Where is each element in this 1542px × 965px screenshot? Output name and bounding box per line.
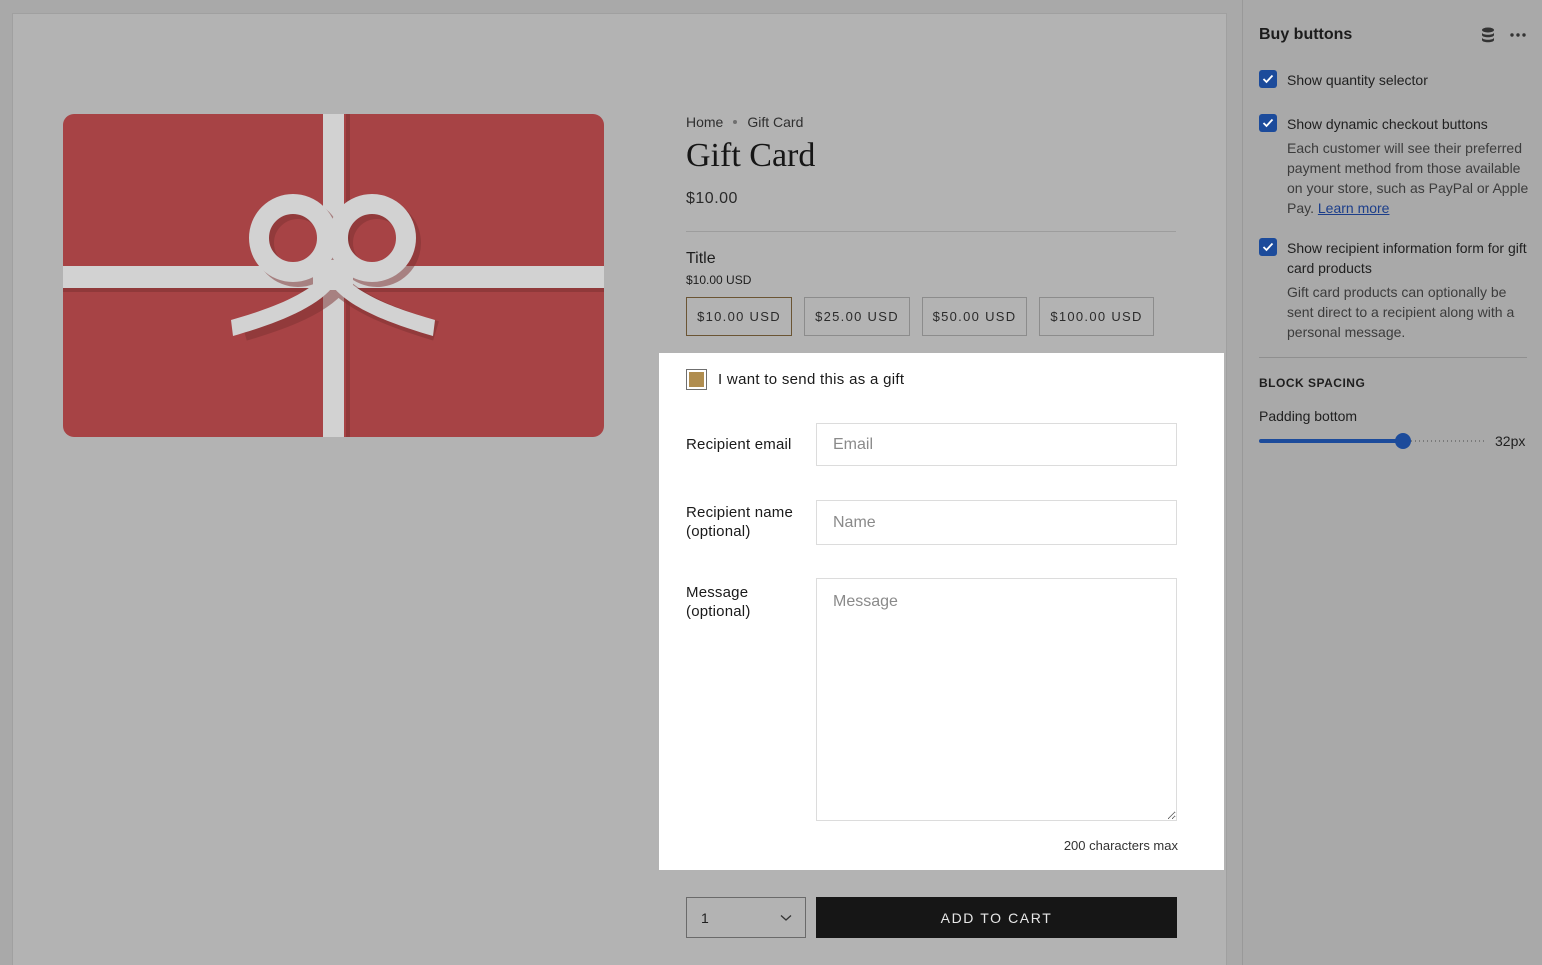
recipient-name-label: Recipient name (optional) (686, 504, 794, 540)
breadcrumb: Home Gift Card (686, 114, 803, 130)
variant-picker: $10.00 USD $25.00 USD $50.00 USD $100.00… (686, 297, 1154, 336)
show-quantity-selector-checkbox[interactable] (1259, 70, 1277, 88)
message-textarea[interactable] (816, 578, 1177, 821)
show-quantity-selector-option[interactable]: Show quantity selector (1259, 70, 1531, 90)
show-dynamic-checkout-checkbox[interactable] (1259, 114, 1277, 132)
send-as-gift-row[interactable]: I want to send this as a gift (686, 369, 904, 390)
sidebar-header: Buy buttons (1259, 26, 1527, 44)
breadcrumb-separator (733, 120, 738, 124)
show-dynamic-checkout-option[interactable]: Show dynamic checkout buttons Each custo… (1259, 114, 1531, 218)
show-recipient-form-option[interactable]: Show recipient information form for gift… (1259, 238, 1531, 342)
divider (686, 231, 1176, 232)
database-icon[interactable] (1479, 26, 1497, 44)
quantity-select[interactable]: 1 (686, 897, 806, 938)
recipient-name-input[interactable] (816, 500, 1177, 545)
show-recipient-form-label: Show recipient information form for gift… (1287, 240, 1527, 276)
learn-more-link[interactable]: Learn more (1318, 200, 1390, 216)
slider-thumb[interactable] (1395, 433, 1411, 449)
add-to-cart-button[interactable]: ADD TO CART (816, 897, 1177, 938)
recipient-email-label: Recipient email (686, 436, 792, 453)
gift-card-image (63, 114, 604, 437)
sidebar-title: Buy buttons (1259, 26, 1353, 43)
settings-sidebar: Buy buttons Show quantity selector Show … (1242, 0, 1542, 965)
show-quantity-selector-label: Show quantity selector (1287, 72, 1428, 88)
product-price: $10.00 (686, 190, 738, 207)
product-title: Gift Card (686, 137, 816, 174)
variant-button-10[interactable]: $10.00 USD (686, 297, 792, 336)
padding-bottom-label: Padding bottom (1259, 408, 1358, 424)
recipient-email-input[interactable] (816, 423, 1177, 466)
show-dynamic-checkout-label: Show dynamic checkout buttons (1287, 116, 1488, 132)
variant-button-25[interactable]: $25.00 USD (804, 297, 910, 336)
variant-button-100[interactable]: $100.00 USD (1039, 297, 1154, 336)
option-label: Title (686, 250, 716, 267)
padding-bottom-slider[interactable] (1259, 432, 1487, 450)
send-as-gift-label: I want to send this as a gift (718, 371, 905, 388)
store-preview: Home Gift Card Gift Card $10.00 Title $1… (12, 13, 1227, 965)
slider-track-empty (1411, 440, 1487, 442)
recipient-form-help-text: Gift card products can optionally be sen… (1287, 284, 1515, 340)
variant-button-50[interactable]: $50.00 USD (922, 297, 1027, 336)
send-as-gift-checkbox[interactable] (686, 369, 707, 390)
chevron-down-icon (779, 911, 793, 925)
block-spacing-heading: BLOCK SPACING (1259, 376, 1366, 390)
dynamic-checkout-help-text: Each customer will see their preferred p… (1287, 140, 1529, 216)
sidebar-divider (1259, 357, 1527, 358)
option-selected-value: $10.00 USD (686, 273, 752, 287)
more-options-icon[interactable] (1509, 26, 1527, 44)
slider-track-filled (1259, 439, 1403, 443)
show-recipient-form-checkbox[interactable] (1259, 238, 1277, 256)
breadcrumb-home[interactable]: Home (686, 114, 723, 130)
padding-bottom-value: 32px (1495, 433, 1526, 449)
quantity-value: 1 (701, 909, 709, 926)
character-limit-note: 200 characters max (1063, 838, 1178, 853)
recipient-form: I want to send this as a gift Recipient … (659, 353, 1224, 870)
message-label: Message (optional) (686, 584, 751, 620)
breadcrumb-current: Gift Card (747, 114, 804, 130)
